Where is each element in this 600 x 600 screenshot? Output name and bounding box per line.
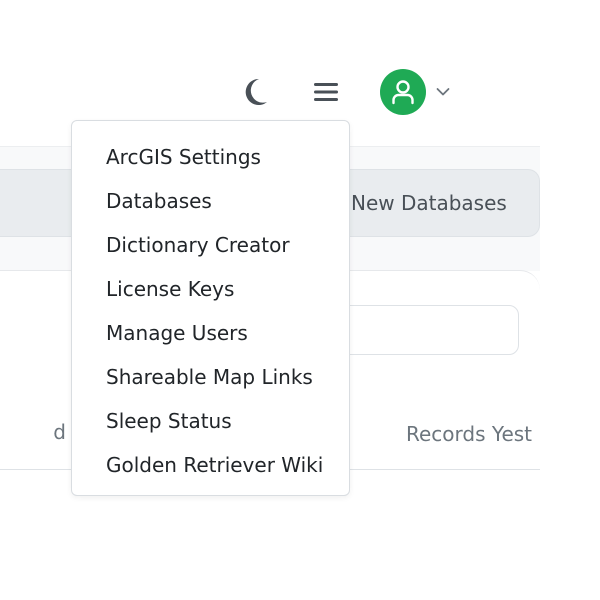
chevron-down-icon	[436, 88, 450, 96]
menu-item-databases[interactable]: Databases	[72, 179, 349, 223]
menu-item-shareable-map-links[interactable]: Shareable Map Links	[72, 355, 349, 399]
avatar	[380, 69, 426, 115]
menu-item-license-keys[interactable]: License Keys	[72, 267, 349, 311]
table-header-left: d	[53, 420, 66, 444]
page: New Databases d Records Yest ArcGIS Sett…	[0, 0, 600, 600]
menu-item-sleep-status[interactable]: Sleep Status	[72, 399, 349, 443]
menu-item-arcgis-settings[interactable]: ArcGIS Settings	[72, 135, 349, 179]
menu-item-dictionary-creator[interactable]: Dictionary Creator	[72, 223, 349, 267]
new-databases-label: New Databases	[351, 191, 507, 215]
menu-item-manage-users[interactable]: Manage Users	[72, 311, 349, 355]
user-avatar-icon	[392, 80, 414, 105]
user-menu-button[interactable]	[380, 68, 466, 116]
table-header-records-yesterday: Records Yest	[406, 422, 533, 446]
hamburger-menu-button[interactable]	[308, 74, 344, 110]
menu-item-golden-retriever-wiki[interactable]: Golden Retriever Wiki	[72, 443, 349, 487]
main-menu-dropdown: ArcGIS Settings Databases Dictionary Cre…	[71, 120, 350, 496]
hamburger-menu-icon	[314, 83, 338, 101]
theme-toggle-button[interactable]	[238, 73, 272, 111]
moon-icon	[245, 78, 267, 105]
